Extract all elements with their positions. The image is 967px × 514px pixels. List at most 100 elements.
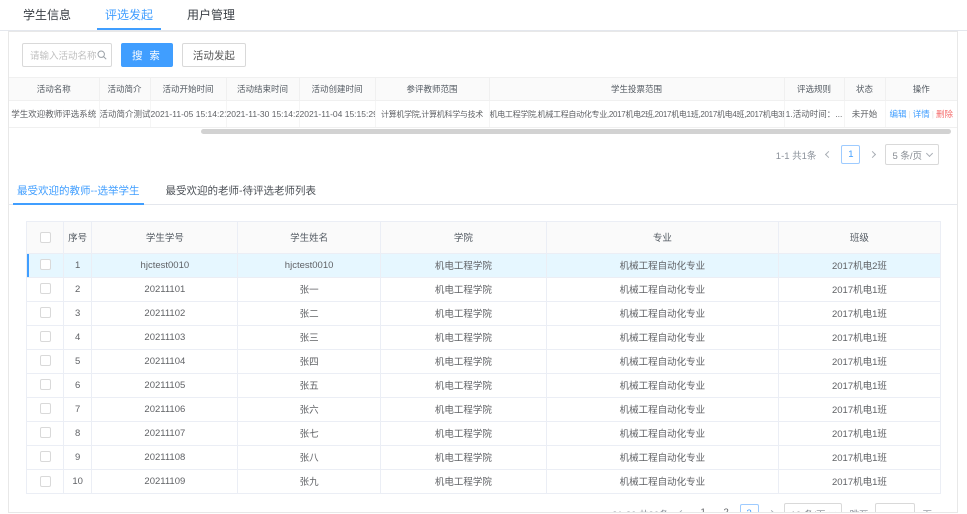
class-name-cell: 2017机电1班 xyxy=(778,421,940,445)
detail-link[interactable]: 详情 xyxy=(913,109,930,119)
chevron-down-icon xyxy=(829,508,836,513)
table-row[interactable]: 220211101张一机电工程学院机械工程自动化专业2017机电1班 xyxy=(27,277,940,301)
table-row[interactable]: 520211104张四机电工程学院机械工程自动化专业2017机电1班 xyxy=(27,349,940,373)
student-id-cell: 20211106 xyxy=(92,397,238,421)
col-college: 学院 xyxy=(380,222,546,253)
class-name-cell: 2017机电1班 xyxy=(778,301,940,325)
chevron-right-icon xyxy=(869,151,876,158)
row-checkbox[interactable] xyxy=(40,451,51,462)
table-row[interactable]: 720211106张六机电工程学院机械工程自动化专业2017机电1班 xyxy=(27,397,940,421)
horizontal-scrollbar-thumb[interactable] xyxy=(201,129,951,134)
select-all-checkbox[interactable] xyxy=(40,232,51,243)
status-cell: 未开始 xyxy=(844,101,885,128)
col-actions: 操作 xyxy=(885,78,957,101)
next-page-button[interactable] xyxy=(766,511,777,513)
major-cell: 机械工程自动化专业 xyxy=(546,301,778,325)
college-cell: 机电工程学院 xyxy=(380,349,546,373)
actions-cell: 编辑|详情|删除 xyxy=(885,101,957,128)
row-checkbox[interactable] xyxy=(40,331,51,342)
teacher-scope-cell: 计算机学院,计算机科学与技术 xyxy=(375,101,489,128)
chevron-left-icon xyxy=(678,510,685,513)
seq-cell: 4 xyxy=(64,325,92,349)
col-rule: 评选规则 xyxy=(784,78,844,101)
student-id-cell: 20211101 xyxy=(92,277,238,301)
col-class: 班级 xyxy=(778,222,940,253)
top-tab[interactable]: 评选发起 xyxy=(97,0,161,30)
col-teacher-scope: 参评教师范围 xyxy=(375,78,489,101)
jump-to-label: 跳至 xyxy=(849,507,868,514)
student-id-cell: 20211103 xyxy=(92,325,238,349)
seq-cell: 1 xyxy=(64,253,92,277)
college-cell: 机电工程学院 xyxy=(380,445,546,469)
rule-cell: 1.活动时间：... xyxy=(784,101,844,128)
row-checkbox-cell xyxy=(27,373,64,397)
page-number-active[interactable]: 1 xyxy=(841,145,860,164)
top-tab[interactable]: 学生信息 xyxy=(15,0,79,30)
activity-intro-cell: 活动简介测试 xyxy=(99,101,150,128)
row-checkbox[interactable] xyxy=(40,427,51,438)
jump-page-input[interactable] xyxy=(875,503,915,513)
seq-cell: 10 xyxy=(64,469,92,493)
row-checkbox[interactable] xyxy=(40,476,51,487)
search-icon xyxy=(97,50,107,60)
next-page-button[interactable] xyxy=(867,152,878,157)
page-size-select[interactable]: 5 条/页 xyxy=(885,144,939,165)
row-checkbox[interactable] xyxy=(40,403,51,414)
student-id-cell: 20211102 xyxy=(92,301,238,325)
table-row[interactable]: 1hjctest0010hjctest0010机电工程学院机械工程自动化专业20… xyxy=(27,253,940,277)
row-checkbox[interactable] xyxy=(40,307,51,318)
major-cell: 机械工程自动化专业 xyxy=(546,277,778,301)
search-input[interactable]: 请输入活动名称 xyxy=(22,43,112,67)
activity-name-cell: 学生欢迎教师评选系统 xyxy=(9,101,99,128)
chevron-down-icon xyxy=(926,149,933,156)
col-activity-intro: 活动简介 xyxy=(99,78,150,101)
student-name-cell: 张五 xyxy=(238,373,380,397)
page-size-select[interactable]: 10 条/页 xyxy=(784,503,843,513)
class-name-cell: 2017机电2班 xyxy=(778,253,940,277)
col-student-scope: 学生投票范围 xyxy=(489,78,784,101)
activity-table-header-row: 活动名称 活动简介 活动开始时间 活动结束时间 活动创建时间 参评教师范围 学生… xyxy=(9,78,957,101)
table-row[interactable]: 320211102张二机电工程学院机械工程自动化专业2017机电1班 xyxy=(27,301,940,325)
activity-row[interactable]: 学生欢迎教师评选系统 活动简介测试 2021-11-05 15:14:21 20… xyxy=(9,101,957,128)
prev-page-button[interactable] xyxy=(676,511,687,513)
seq-cell: 3 xyxy=(64,301,92,325)
sub-tab[interactable]: 最受欢迎的老师-待评选老师列表 xyxy=(166,179,317,204)
table-row[interactable]: 620211105张五机电工程学院机械工程自动化专业2017机电1班 xyxy=(27,373,940,397)
row-checkbox[interactable] xyxy=(40,355,51,366)
row-checkbox-cell xyxy=(27,397,64,421)
student-id-cell: 20211105 xyxy=(92,373,238,397)
table-row[interactable]: 920211108张八机电工程学院机械工程自动化专业2017机电1班 xyxy=(27,445,940,469)
row-checkbox-cell xyxy=(27,277,64,301)
table-row[interactable]: 820211107张七机电工程学院机械工程自动化专业2017机电1班 xyxy=(27,421,940,445)
sub-tab[interactable]: 最受欢迎的教师--选举学生 xyxy=(17,179,140,204)
delete-link[interactable]: 删除 xyxy=(936,109,953,119)
student-table: 序号 学生学号 学生姓名 学院 专业 班级 1hjctest0010hjctes… xyxy=(27,222,940,493)
action-divider: | xyxy=(932,109,934,119)
activity-total-count: 1-1 共1条 xyxy=(776,148,817,162)
college-cell: 机电工程学院 xyxy=(380,325,546,349)
seq-cell: 8 xyxy=(64,421,92,445)
col-activity-name: 活动名称 xyxy=(9,78,99,101)
student-pagination: 21-30 共30条 123 10 条/页 跳至 页 xyxy=(9,494,957,513)
table-row[interactable]: 420211103张三机电工程学院机械工程自动化专业2017机电1班 xyxy=(27,325,940,349)
row-checkbox[interactable] xyxy=(40,259,51,270)
class-name-cell: 2017机电1班 xyxy=(778,349,940,373)
row-checkbox[interactable] xyxy=(40,379,51,390)
select-all-cell xyxy=(27,222,64,253)
top-tab[interactable]: 用户管理 xyxy=(179,0,243,30)
row-checkbox[interactable] xyxy=(40,283,51,294)
page-number-3[interactable]: 3 xyxy=(740,504,759,513)
student-name-cell: 张四 xyxy=(238,349,380,373)
college-cell: 机电工程学院 xyxy=(380,397,546,421)
row-checkbox-cell xyxy=(27,325,64,349)
prev-page-button[interactable] xyxy=(823,152,834,157)
create-activity-button[interactable]: 活动发起 xyxy=(182,43,246,67)
student-page-numbers: 123 xyxy=(694,504,759,513)
search-button[interactable]: 搜 索 xyxy=(121,43,173,67)
edit-link[interactable]: 编辑 xyxy=(890,109,907,119)
table-row[interactable]: 1020211109张九机电工程学院机械工程自动化专业2017机电1班 xyxy=(27,469,940,493)
page-number-2[interactable]: 2 xyxy=(717,504,736,513)
page-number-1[interactable]: 1 xyxy=(694,504,713,513)
student-scope-cell: 机电工程学院,机械工程自动化专业,2017机电2班,2017机电1班,2017机… xyxy=(489,101,784,128)
student-name-cell: 张六 xyxy=(238,397,380,421)
